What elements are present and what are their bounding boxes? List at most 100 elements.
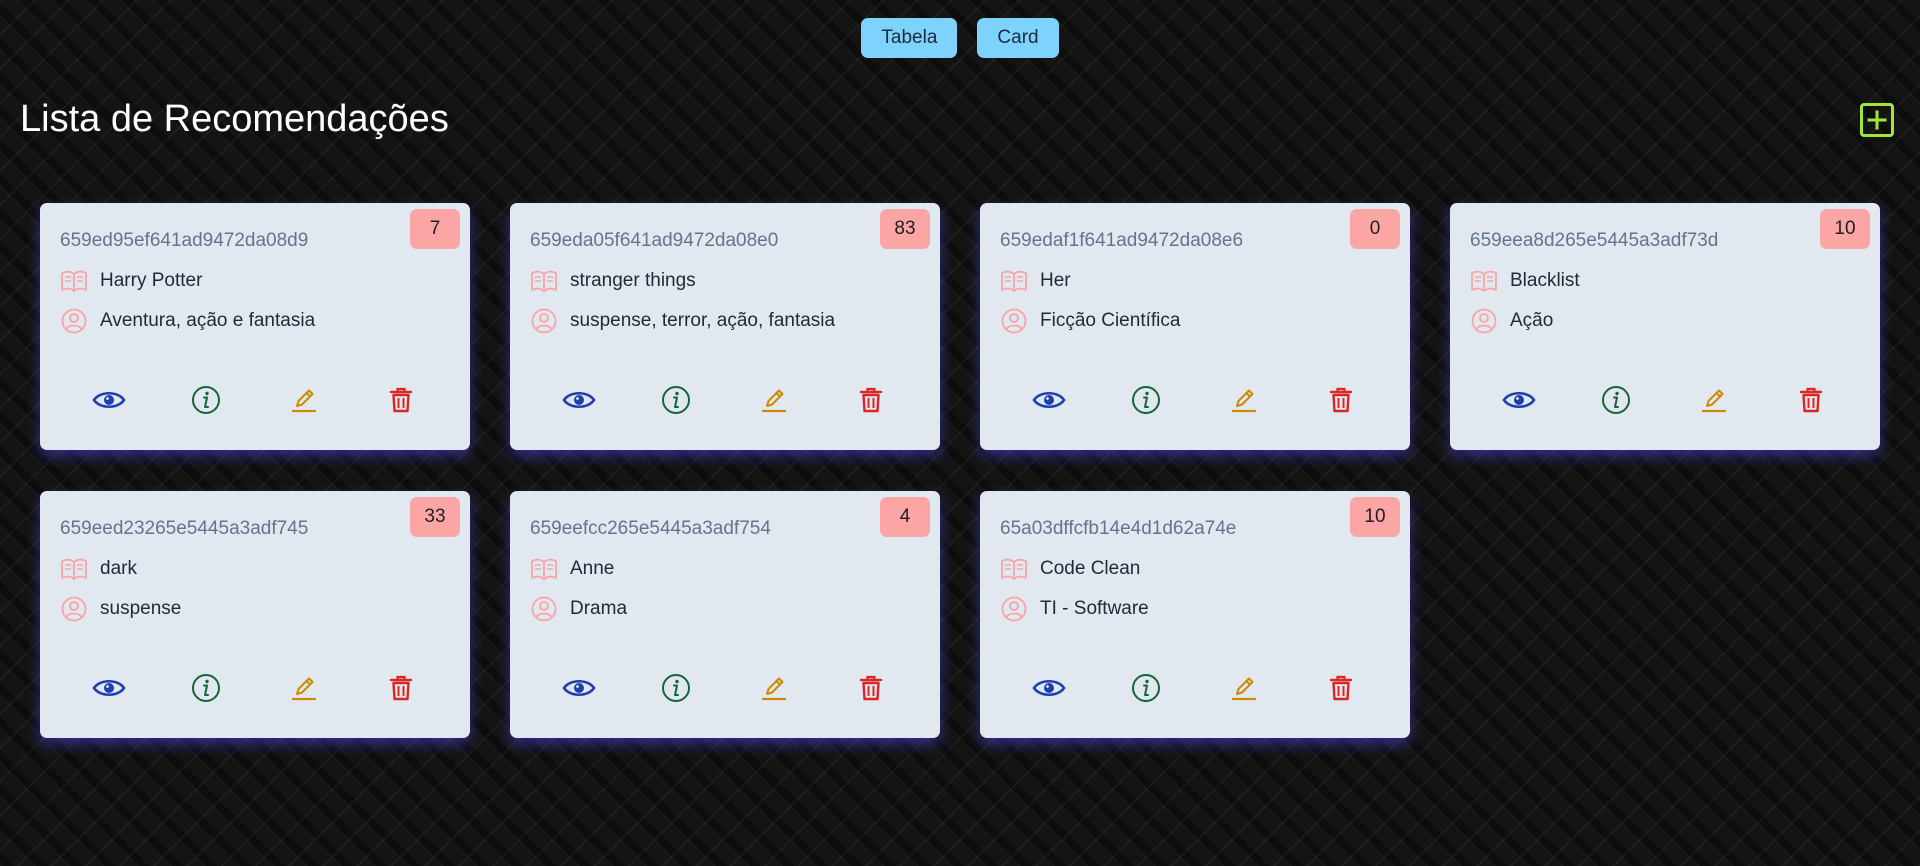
eye-icon (1032, 679, 1066, 697)
recommendation-card: 10 659eea8d265e5445a3adf73d Blacklist Aç… (1450, 203, 1880, 450)
view-button[interactable] (89, 668, 129, 708)
book-icon (530, 555, 558, 583)
info-button[interactable] (656, 668, 696, 708)
delete-button[interactable] (1791, 380, 1831, 420)
pencil-icon (291, 389, 316, 413)
card-actions (40, 668, 470, 708)
edit-button[interactable] (284, 668, 324, 708)
user-circle-icon (530, 307, 558, 335)
view-button[interactable] (89, 380, 129, 420)
title-row: Her (1000, 267, 1390, 295)
edit-button[interactable] (754, 668, 794, 708)
pencil-icon (761, 389, 786, 413)
title-row: dark (60, 555, 450, 583)
card-genre: Drama (570, 598, 628, 619)
info-button[interactable] (1126, 380, 1166, 420)
recommendation-card: 4 659eefcc265e5445a3adf754 Anne Drama (510, 491, 940, 738)
title-row: Anne (530, 555, 920, 583)
card-id: 659ed95ef641ad9472da08d9 (60, 230, 309, 251)
pencil-icon (1701, 389, 1726, 413)
edit-button[interactable] (284, 380, 324, 420)
eye-icon (92, 391, 126, 409)
card-genre: TI - Software (1040, 598, 1149, 619)
genre-row: Ficção Científica (1000, 307, 1390, 335)
view-button[interactable] (559, 380, 599, 420)
card-actions (510, 668, 940, 708)
user-circle-icon (60, 307, 88, 335)
delete-button[interactable] (851, 380, 891, 420)
book-icon (1000, 555, 1028, 583)
edit-button[interactable] (754, 380, 794, 420)
view-button[interactable] (1029, 668, 1069, 708)
book-icon (530, 267, 558, 295)
genre-row: suspense, terror, ação, fantasia (530, 307, 920, 335)
info-icon (662, 386, 691, 414)
eye-icon (562, 391, 596, 409)
user-circle-icon (530, 595, 558, 623)
info-button[interactable] (1126, 668, 1166, 708)
add-recommendation-button[interactable] (1860, 103, 1894, 137)
book-icon (1470, 267, 1498, 295)
edit-button[interactable] (1224, 668, 1264, 708)
count-badge: 4 (880, 497, 930, 537)
delete-button[interactable] (851, 668, 891, 708)
eye-icon (92, 679, 126, 697)
recommendation-card: 83 659eda05f641ad9472da08e0 stranger thi… (510, 203, 940, 450)
user-circle-icon (1000, 307, 1028, 335)
delete-button[interactable] (1321, 668, 1361, 708)
recommendation-card: 0 659edaf1f641ad9472da08e6 Her Ficção Ci… (980, 203, 1410, 450)
card-view-button[interactable]: Card (977, 18, 1059, 58)
plus-square-icon (1867, 110, 1887, 130)
delete-button[interactable] (381, 380, 421, 420)
info-button[interactable] (186, 668, 226, 708)
user-circle-icon (1000, 595, 1028, 623)
card-title: Anne (570, 558, 615, 579)
title-row: Code Clean (1000, 555, 1390, 583)
view-button[interactable] (559, 668, 599, 708)
info-icon (662, 674, 691, 702)
card-genre: Ação (1510, 310, 1554, 331)
card-genre: suspense, terror, ação, fantasia (570, 310, 836, 331)
info-button[interactable] (186, 380, 226, 420)
trash-icon (390, 387, 413, 413)
card-actions (980, 380, 1410, 420)
card-genre: suspense (100, 598, 182, 619)
table-view-button[interactable]: Tabela (861, 18, 958, 58)
count-badge: 0 (1350, 209, 1400, 249)
edit-button[interactable] (1224, 380, 1264, 420)
trash-icon (1330, 675, 1353, 701)
card-title: Her (1040, 270, 1071, 291)
view-button[interactable] (1029, 380, 1069, 420)
card-id: 659eed23265e5445a3adf745 (60, 518, 309, 539)
edit-button[interactable] (1694, 380, 1734, 420)
delete-button[interactable] (1321, 380, 1361, 420)
count-badge: 10 (1820, 209, 1870, 249)
card-actions (980, 668, 1410, 708)
card-id: 65a03dffcfb14e4d1d62a74e (1000, 518, 1237, 539)
info-button[interactable] (656, 380, 696, 420)
title-row: stranger things (530, 267, 920, 295)
card-genre: Aventura, ação e fantasia (100, 310, 316, 331)
genre-row: TI - Software (1000, 595, 1390, 623)
book-icon (60, 555, 88, 583)
count-badge: 10 (1350, 497, 1400, 537)
recommendation-card-grid: 7 659ed95ef641ad9472da08d9 Harry Potter (40, 203, 1880, 738)
title-row: Harry Potter (60, 267, 450, 295)
trash-icon (1800, 387, 1823, 413)
recommendation-card: 33 659eed23265e5445a3adf745 dark suspens… (40, 491, 470, 738)
card-title: dark (100, 558, 137, 579)
card-title: stranger things (570, 270, 696, 291)
view-button[interactable] (1499, 380, 1539, 420)
card-id: 659eda05f641ad9472da08e0 (530, 230, 779, 251)
genre-row: Ação (1470, 307, 1860, 335)
pencil-icon (1231, 389, 1256, 413)
recommendation-card: 7 659ed95ef641ad9472da08d9 Harry Potter (40, 203, 470, 450)
count-badge: 33 (410, 497, 460, 537)
view-toggle: Tabela Card (0, 18, 1920, 58)
info-button[interactable] (1596, 380, 1636, 420)
delete-button[interactable] (381, 668, 421, 708)
trash-icon (860, 675, 883, 701)
card-title: Harry Potter (100, 270, 203, 291)
user-circle-icon (1470, 307, 1498, 335)
genre-row: suspense (60, 595, 450, 623)
